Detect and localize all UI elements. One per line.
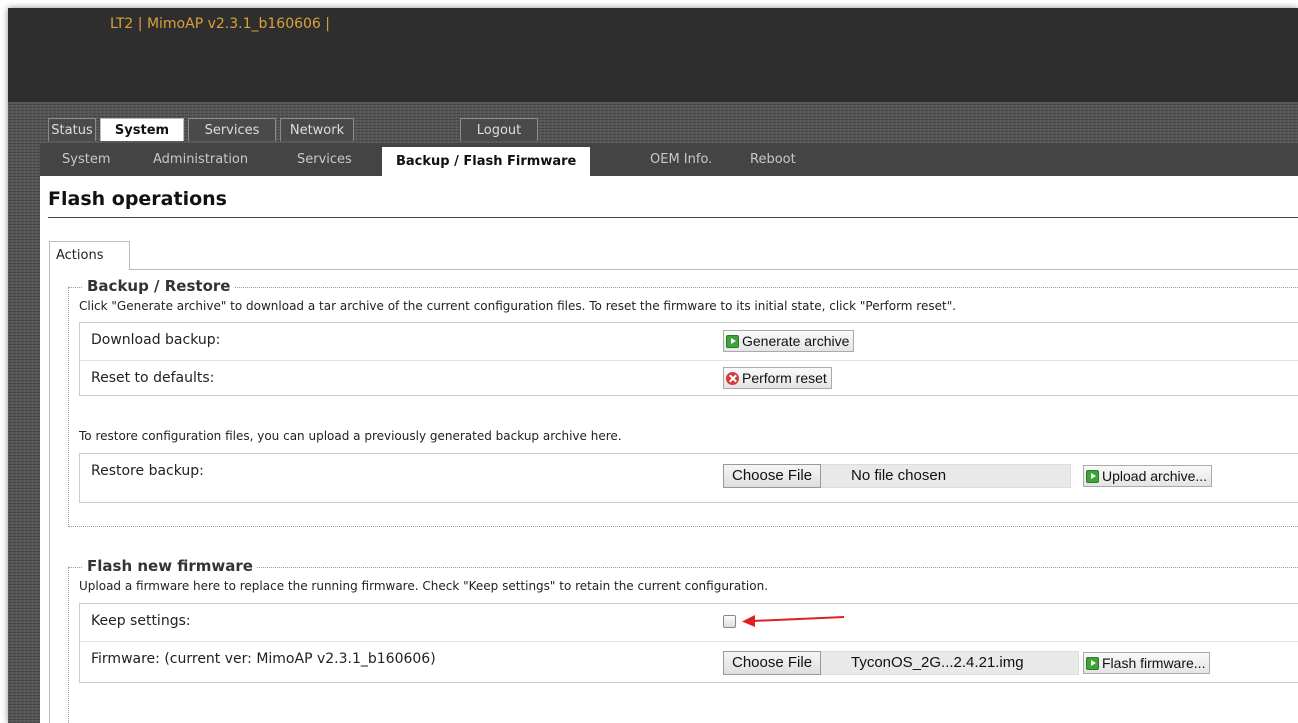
backup-description: Click "Generate archive" to download a t… <box>79 299 957 313</box>
tab-system[interactable]: System <box>100 118 184 141</box>
firmware-choose-file-button[interactable]: Choose File <box>723 651 822 675</box>
flash-firmware-label: Flash firmware... <box>1102 655 1206 671</box>
subtab-administration[interactable]: Administration <box>143 143 258 176</box>
reset-defaults-row: Reset to defaults: Perform reset <box>80 360 1298 397</box>
tab-services[interactable]: Services <box>188 118 276 141</box>
restore-backup-label: Restore backup: <box>91 463 204 479</box>
brand-title: LT2 | MimoAP v2.3.1_b160606 | <box>110 16 330 32</box>
flash-description: Upload a firmware here to replace the ru… <box>79 579 769 593</box>
reset-defaults-label: Reset to defaults: <box>91 370 215 386</box>
keep-settings-checkbox[interactable] <box>723 615 736 628</box>
backup-restore-section: Backup / Restore Click "Generate archive… <box>68 277 1298 527</box>
red-x-icon <box>726 372 739 385</box>
perform-reset-button[interactable]: Perform reset <box>723 367 832 389</box>
nav-area: Status System Services Network Logout Sy… <box>8 102 1298 723</box>
upload-archive-button[interactable]: Upload archive... <box>1083 465 1213 487</box>
panel-left-border <box>49 269 50 723</box>
main-content: Flash operations Actions Backup / Restor… <box>40 176 1298 723</box>
download-backup-label: Download backup: <box>91 332 221 348</box>
tab-network[interactable]: Network <box>280 118 354 141</box>
restore-file-status: No file chosen <box>851 467 947 484</box>
green-play-icon <box>1086 657 1099 670</box>
flash-firmware-section: Flash new firmware Upload a firmware her… <box>68 557 1298 723</box>
page-title: Flash operations <box>48 188 227 210</box>
firmware-file-name: TyconOS_2G...2.4.21.img <box>851 654 1024 671</box>
generate-archive-label: Generate archive <box>742 333 850 349</box>
flash-firmware-legend: Flash new firmware <box>83 557 257 575</box>
restore-choose-file-button[interactable]: Choose File <box>723 464 822 488</box>
perform-reset-label: Perform reset <box>742 370 827 386</box>
subtab-system[interactable]: System <box>52 143 120 176</box>
green-play-icon <box>1086 470 1099 483</box>
restore-table: Restore backup: Choose File No file chos… <box>79 453 1298 503</box>
red-arrow-icon <box>742 615 845 627</box>
subtab-backup-flash[interactable]: Backup / Flash Firmware <box>382 147 591 176</box>
backup-restore-legend: Backup / Restore <box>83 277 235 295</box>
firmware-file-input[interactable]: Choose File TyconOS_2G...2.4.21.img <box>723 651 1079 675</box>
browser-frame: LT2 | MimoAP v2.3.1_b160606 | Status Sys… <box>8 8 1298 723</box>
keep-settings-row: Keep settings: <box>80 604 1298 640</box>
tab-logout[interactable]: Logout <box>460 118 538 141</box>
subtab-services[interactable]: Services <box>287 143 362 176</box>
generate-archive-button[interactable]: Generate archive <box>723 330 855 352</box>
green-play-icon <box>726 335 739 348</box>
firmware-row: Firmware: (current ver: MimoAP v2.3.1_b1… <box>80 641 1298 684</box>
flash-table: Keep settings: Firmware: (current ver: M… <box>79 603 1298 683</box>
flash-firmware-button[interactable]: Flash firmware... <box>1083 652 1211 674</box>
tab-status[interactable]: Status <box>48 118 96 141</box>
subtab-reboot[interactable]: Reboot <box>740 143 806 176</box>
panel-top-border <box>130 269 1298 270</box>
subtab-oem-info[interactable]: OEM Info. <box>640 143 722 176</box>
download-backup-row: Download backup: Generate archive <box>80 323 1298 359</box>
keep-settings-label: Keep settings: <box>91 613 191 629</box>
upload-archive-label: Upload archive... <box>1102 468 1208 484</box>
header-bar: LT2 | MimoAP v2.3.1_b160606 | <box>8 8 1298 103</box>
backup-table: Download backup: Generate archive Reset … <box>79 322 1298 396</box>
restore-description: To restore configuration files, you can … <box>79 429 622 443</box>
sub-tabs: System Administration Services Backup / … <box>40 143 1298 176</box>
tab-actions[interactable]: Actions <box>49 241 130 270</box>
title-divider <box>48 217 1298 218</box>
firmware-label: Firmware: (current ver: MimoAP v2.3.1_b1… <box>91 651 436 667</box>
restore-file-input[interactable]: Choose File No file chosen <box>723 464 1071 488</box>
